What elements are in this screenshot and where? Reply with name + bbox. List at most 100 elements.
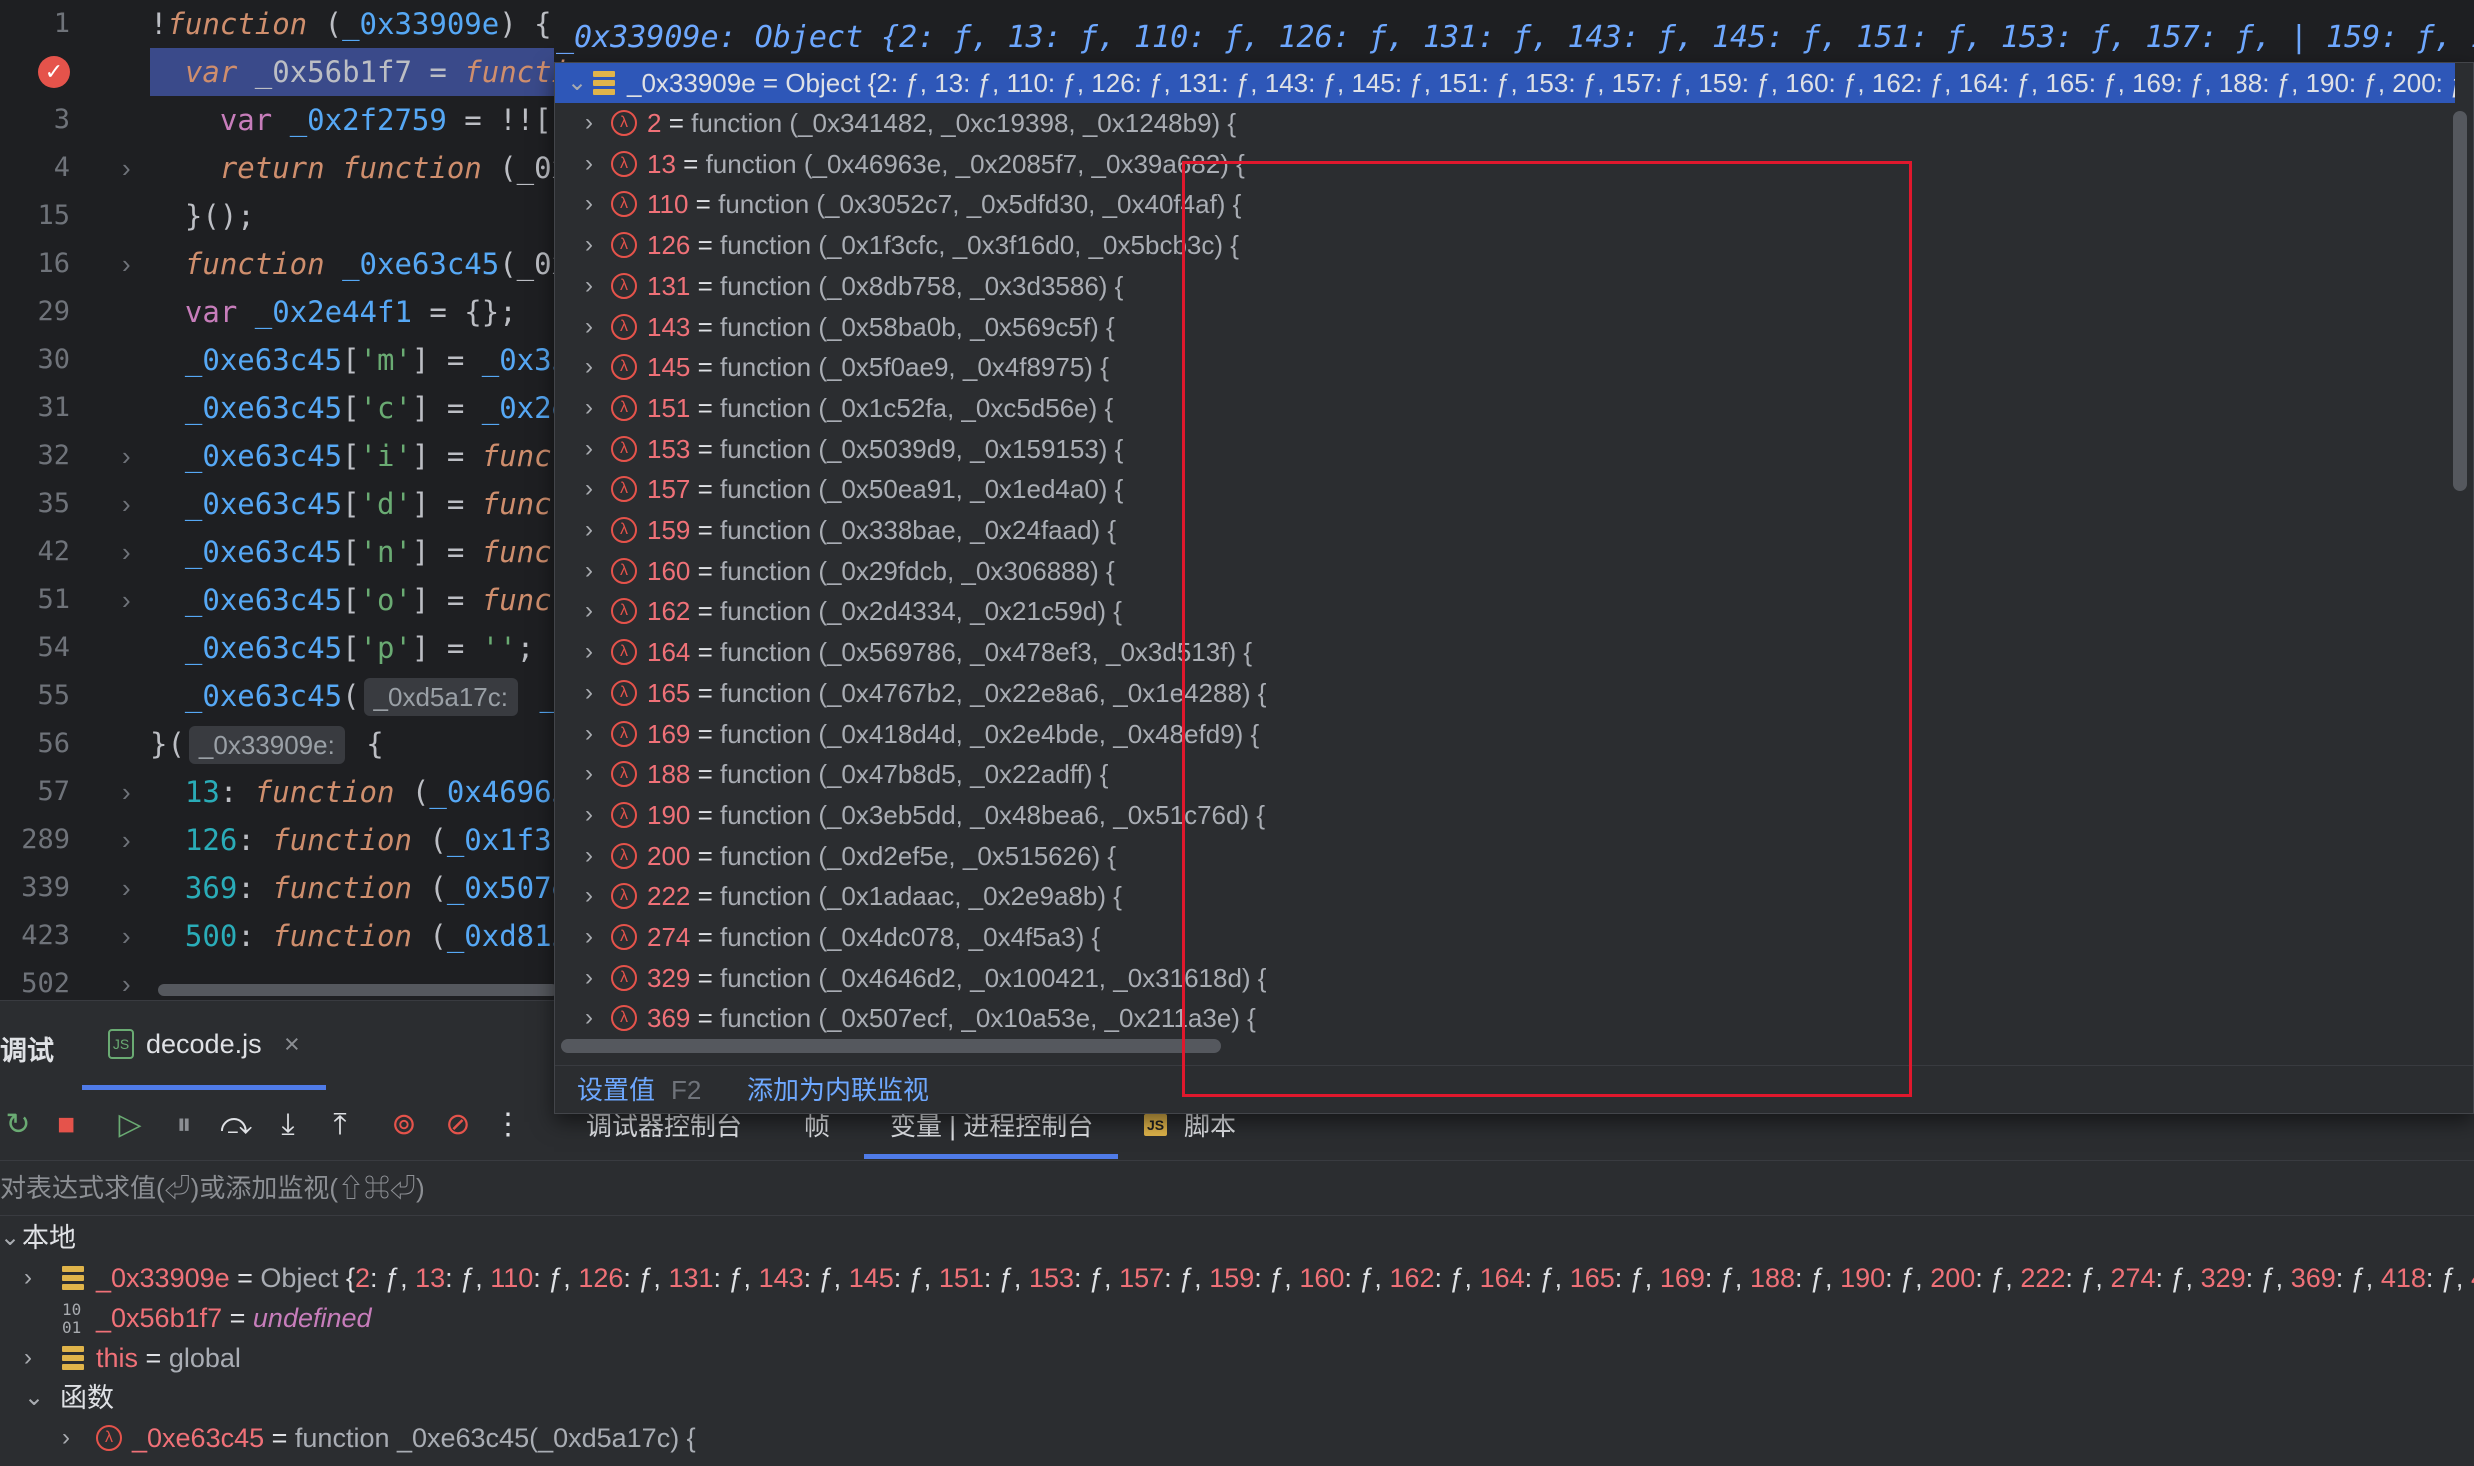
evaluate-expression-bar[interactable]: 对表达式求值(⏎)或添加监视(⇧⌘⏎) bbox=[0, 1160, 2474, 1216]
chevron-right-icon[interactable]: › bbox=[585, 388, 593, 428]
tree-item-row[interactable]: › λ 369 = function (_0x507ecf, _0x10a53e, … bbox=[555, 998, 2455, 1033]
chevron-right-icon[interactable]: › bbox=[24, 1338, 32, 1378]
chevron-down-icon[interactable]: ⌄ bbox=[567, 63, 587, 103]
gutter-line[interactable]: 35 › bbox=[0, 480, 150, 528]
functions-scope-row[interactable]: ⌄ 函数 bbox=[0, 1378, 2474, 1418]
mute-breakpoints-icon[interactable]: ⊘ bbox=[440, 1107, 476, 1143]
fold-chevron-icon[interactable]: › bbox=[122, 912, 131, 960]
chevron-right-icon[interactable]: › bbox=[585, 714, 593, 754]
code-line[interactable]: 126: function (_0x1f3c bbox=[150, 816, 569, 864]
more-options-icon[interactable]: ⋮ bbox=[490, 1107, 526, 1143]
tree-item-row[interactable]: › λ 274 = function (_0x4dc078, _0x4f5a3) { bbox=[555, 917, 2455, 957]
tree-item-row[interactable]: › λ 162 = function (_0x2d4334, _0x21c59d) … bbox=[555, 591, 2455, 631]
gutter-line[interactable]: 15 bbox=[0, 192, 150, 240]
tree-item-row[interactable]: › λ 190 = function (_0x3eb5dd, _0x48bea6, … bbox=[555, 795, 2455, 835]
tree-item-row[interactable]: › λ 159 = function (_0x338bae, _0x24faad) … bbox=[555, 510, 2455, 550]
resume-icon[interactable]: ▷ bbox=[112, 1107, 148, 1143]
fold-chevron-icon[interactable]: › bbox=[122, 480, 131, 528]
tree-item-row[interactable]: › λ 160 = function (_0x29fdcb, _0x306888) … bbox=[555, 551, 2455, 591]
chevron-right-icon[interactable]: › bbox=[585, 144, 593, 184]
object-tree[interactable]: ⌄ _0x33909e = Object {2: ƒ, 13: ƒ, 110: … bbox=[555, 63, 2455, 1033]
tree-item-row[interactable]: › λ 143 = function (_0x58ba0b, _0x569c5f) … bbox=[555, 307, 2455, 347]
chevron-right-icon[interactable]: › bbox=[585, 591, 593, 631]
code-line[interactable]: _0xe63c45['p'] = ''; bbox=[150, 624, 554, 672]
gutter-line[interactable]: 3 bbox=[0, 96, 150, 144]
tree-item-row[interactable]: › λ 200 = function (_0xd2ef5e, _0x515626) … bbox=[555, 836, 2455, 876]
chevron-right-icon[interactable]: › bbox=[585, 795, 593, 835]
step-out-icon[interactable]: ⤒ bbox=[322, 1107, 358, 1143]
variable-row[interactable]: › _0x33909e = Object {2: ƒ, 13: ƒ, 110: … bbox=[0, 1258, 2474, 1298]
gutter-line[interactable]: 54 bbox=[0, 624, 150, 672]
chevron-down-icon[interactable]: ⌄ bbox=[24, 1378, 44, 1418]
gutter-line[interactable]: 289 › bbox=[0, 816, 150, 864]
chevron-right-icon[interactable]: › bbox=[585, 632, 593, 672]
code-line[interactable]: return function (_0x bbox=[150, 144, 569, 192]
gutter-line[interactable]: 29 bbox=[0, 288, 150, 336]
gutter-line[interactable]: 339 › bbox=[0, 864, 150, 912]
tree-item-row[interactable]: › λ 145 = function (_0x5f0ae9, _0x4f8975) … bbox=[555, 347, 2455, 387]
gutter-line[interactable]: 51 › bbox=[0, 576, 150, 624]
code-line[interactable]: _0xe63c45['c'] = _0x2e bbox=[150, 384, 569, 432]
fold-chevron-icon[interactable]: › bbox=[122, 768, 131, 816]
tree-item-row[interactable]: › λ 126 = function (_0x1f3cfc, _0x3f16d0, … bbox=[555, 225, 2455, 265]
code-line[interactable]: _0xe63c45['m'] = _0x33 bbox=[150, 336, 569, 384]
gutter-line[interactable]: 56 bbox=[0, 720, 150, 768]
step-into-icon[interactable]: ⤓ bbox=[270, 1107, 306, 1143]
gutter-line[interactable]: 57 › bbox=[0, 768, 150, 816]
tree-item-row[interactable]: › λ 151 = function (_0x1c52fa, _0xc5d56e) … bbox=[555, 388, 2455, 428]
tree-item-row[interactable]: › λ 169 = function (_0x418d4d, _0x2e4bde, … bbox=[555, 714, 2455, 754]
view-breakpoints-icon[interactable]: ⊚ bbox=[386, 1107, 422, 1143]
gutter-line[interactable]: 1 bbox=[0, 0, 150, 48]
chevron-right-icon[interactable]: › bbox=[585, 429, 593, 469]
chevron-right-icon[interactable]: › bbox=[585, 469, 593, 509]
code-line[interactable]: var _0x2e44f1 = {}; bbox=[150, 288, 554, 336]
fold-chevron-icon[interactable]: › bbox=[122, 144, 131, 192]
chevron-down-icon[interactable]: ⌄ bbox=[0, 1218, 20, 1258]
tree-item-row[interactable]: › λ 2 = function (_0x341482, _0xc19398, _0… bbox=[555, 103, 2455, 143]
chevron-right-icon[interactable]: › bbox=[585, 876, 593, 916]
chevron-right-icon[interactable]: › bbox=[585, 347, 593, 387]
fold-chevron-icon[interactable]: › bbox=[122, 816, 131, 864]
add-inline-watch-link[interactable]: 添加为内联监视 bbox=[747, 1066, 929, 1114]
code-line[interactable]: _0xe63c45(_0xd5a17c: _0 bbox=[150, 672, 574, 720]
code-line[interactable]: }(_0x33909e: { bbox=[150, 720, 554, 768]
fold-chevron-icon[interactable]: › bbox=[122, 864, 131, 912]
fold-chevron-icon[interactable]: › bbox=[122, 240, 131, 288]
popup-horizontal-scrollbar[interactable] bbox=[561, 1039, 1221, 1053]
tree-item-row[interactable]: › λ 165 = function (_0x4767b2, _0x22e8a6, … bbox=[555, 673, 2455, 713]
gutter-line[interactable]: 32 › bbox=[0, 432, 150, 480]
tree-item-row[interactable]: › λ 157 = function (_0x50ea91, _0x1ed4a0) … bbox=[555, 469, 2455, 509]
chevron-right-icon[interactable]: › bbox=[585, 754, 593, 794]
chevron-right-icon[interactable]: › bbox=[24, 1258, 32, 1298]
gutter-line[interactable]: 4 › bbox=[0, 144, 150, 192]
tree-item-row[interactable]: › λ 188 = function (_0x47b8d5, _0x22adff) … bbox=[555, 754, 2455, 794]
variable-row[interactable]: 10 01 _0x56b1f7 = undefined bbox=[0, 1298, 2474, 1338]
stop-icon[interactable]: ■ bbox=[48, 1107, 84, 1143]
local-scope-row[interactable]: ⌄ 本地 bbox=[0, 1218, 2474, 1258]
code-line[interactable]: !function (_0x33909e) { bbox=[150, 0, 554, 48]
tree-item-row[interactable]: › λ 13 = function (_0x46963e, _0x2085f7, _… bbox=[555, 144, 2455, 184]
code-line[interactable]: 500: function (_0xd815 bbox=[150, 912, 569, 960]
code-line[interactable]: var _0x56b1f7 = functi bbox=[150, 48, 569, 96]
popup-vertical-scrollbar[interactable] bbox=[2453, 111, 2467, 491]
value-inspector-popup[interactable]: ⌄ _0x33909e = Object {2: ƒ, 13: ƒ, 110: … bbox=[554, 62, 2474, 1114]
chevron-right-icon[interactable]: › bbox=[585, 103, 593, 143]
gutter-line[interactable]: 423 › bbox=[0, 912, 150, 960]
gutter-line[interactable]: 31 bbox=[0, 384, 150, 432]
gutter-line[interactable]: 30 bbox=[0, 336, 150, 384]
fold-chevron-icon[interactable]: › bbox=[122, 432, 131, 480]
breakpoint-icon[interactable]: ✓ bbox=[38, 56, 70, 88]
variable-row[interactable]: › λ _0xe63c45 = function _0xe63c45(_0xd5… bbox=[0, 1418, 2474, 1458]
set-value-link[interactable]: 设置值 bbox=[577, 1066, 655, 1114]
chevron-right-icon[interactable]: › bbox=[585, 836, 593, 876]
chevron-right-icon[interactable]: › bbox=[585, 958, 593, 998]
code-line[interactable]: 369: function (_0x507e bbox=[150, 864, 569, 912]
chevron-right-icon[interactable]: › bbox=[585, 307, 593, 347]
chevron-right-icon[interactable]: › bbox=[585, 673, 593, 713]
tree-root-row[interactable]: ⌄ _0x33909e = Object {2: ƒ, 13: ƒ, 110: … bbox=[555, 63, 2455, 103]
tree-item-row[interactable]: › λ 329 = function (_0x4646d2, _0x100421, … bbox=[555, 958, 2455, 998]
tree-item-row[interactable]: › λ 131 = function (_0x8db758, _0x3d3586) … bbox=[555, 266, 2455, 306]
gutter-line[interactable]: 16 › bbox=[0, 240, 150, 288]
chevron-right-icon[interactable]: › bbox=[585, 225, 593, 265]
step-over-icon[interactable]: ⤼ bbox=[218, 1107, 254, 1143]
